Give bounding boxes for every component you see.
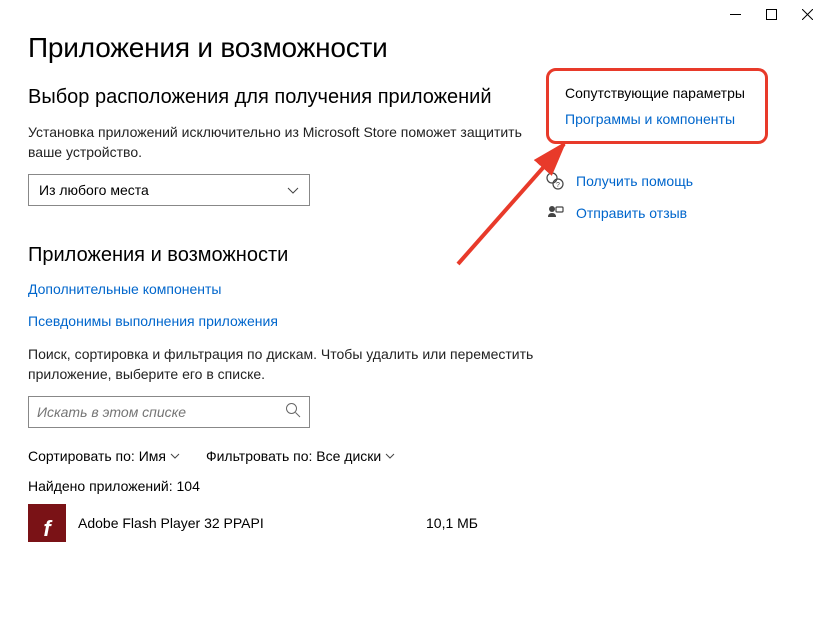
app-name: Adobe Flash Player 32 PPAPI [78, 515, 264, 531]
feedback-icon [546, 204, 564, 222]
install-source-dropdown[interactable]: Из любого места [28, 174, 310, 206]
sort-by-control[interactable]: Сортировать по: Имя [28, 448, 180, 464]
filter-value: Все диски [316, 448, 381, 464]
maximize-button[interactable] [765, 8, 777, 20]
help-icon: ? [546, 172, 564, 190]
section1-heading: Выбор расположения для получения приложе… [28, 86, 538, 109]
minimize-button[interactable] [729, 8, 741, 20]
programs-and-features-link[interactable]: Программы и компоненты [565, 111, 749, 127]
optional-features-link[interactable]: Дополнительные компоненты [28, 281, 538, 297]
related-title: Сопутствующие параметры [565, 85, 749, 101]
sort-label: Сортировать по: [28, 448, 135, 464]
app-list-item[interactable]: f Adobe Flash Player 32 PPAPI 10,1 МБ [28, 504, 538, 542]
svg-text:?: ? [556, 182, 560, 189]
app-count: Найдено приложений: 104 [28, 478, 538, 494]
page-title: Приложения и возможности [28, 32, 538, 64]
window-controls [729, 8, 813, 20]
chevron-down-icon [170, 453, 180, 459]
app-size: 10,1 МБ [426, 515, 478, 531]
section2-heading: Приложения и возможности [28, 244, 538, 267]
flash-player-icon: f [28, 504, 66, 542]
sort-value: Имя [139, 448, 166, 464]
filter-label: Фильтровать по: [206, 448, 312, 464]
filter-by-control[interactable]: Фильтровать по: Все диски [206, 448, 395, 464]
related-settings-box: Сопутствующие параметры Программы и комп… [546, 68, 768, 144]
app-aliases-link[interactable]: Псевдонимы выполнения приложения [28, 313, 538, 329]
chevron-down-icon [385, 453, 395, 459]
section1-desc: Установка приложений исключительно из Mi… [28, 123, 538, 162]
chevron-down-icon [287, 182, 299, 198]
get-help-link[interactable]: ? Получить помощь [546, 172, 776, 190]
dropdown-value: Из любого места [39, 182, 149, 198]
app-search-input[interactable] [28, 396, 310, 428]
send-feedback-link[interactable]: Отправить отзыв [546, 204, 776, 222]
get-help-label: Получить помощь [576, 173, 693, 189]
send-feedback-label: Отправить отзыв [576, 205, 687, 221]
list-hint: Поиск, сортировка и фильтрация по дискам… [28, 345, 538, 384]
close-button[interactable] [801, 8, 813, 20]
search-field[interactable] [37, 404, 285, 420]
search-icon [285, 402, 301, 423]
